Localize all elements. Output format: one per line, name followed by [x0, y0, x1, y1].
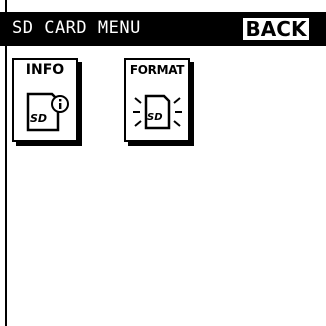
info-card-text: SD	[30, 112, 47, 125]
back-button[interactable]: BACK	[241, 16, 311, 42]
info-button[interactable]: INFO SD	[12, 58, 78, 142]
sd-card-info-icon: SD	[26, 92, 69, 132]
sd-card-menu-screen: SD CARD MENU BACK INFO SD FORMAT SD	[0, 0, 326, 326]
page-title: SD CARD MENU	[12, 18, 141, 38]
info-label: INFO	[25, 62, 65, 78]
format-label: FORMAT	[129, 63, 185, 77]
sd-card-format-icon: SD	[133, 94, 182, 130]
format-card-text: SD	[147, 112, 163, 123]
screen-left-border	[5, 0, 7, 326]
format-button[interactable]: FORMAT SD	[124, 58, 190, 142]
